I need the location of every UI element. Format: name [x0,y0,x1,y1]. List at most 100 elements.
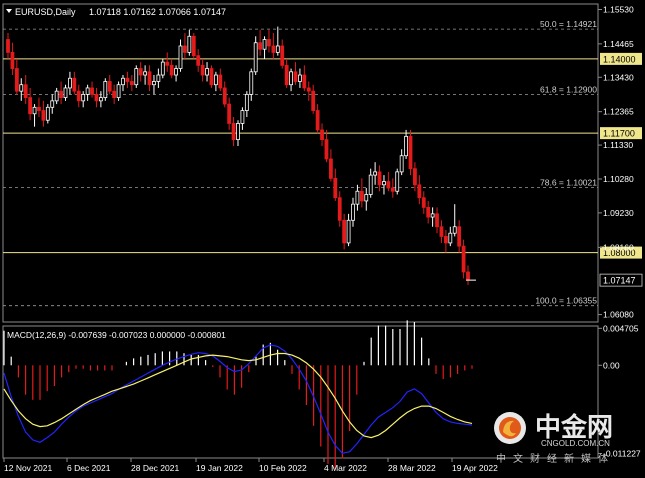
price-axis-label: 1.12365 [603,107,634,117]
price-axis-label: 1.10280 [603,174,634,184]
candle-body [461,245,466,273]
candle-body [90,87,94,95]
candle-body [63,87,68,99]
date-axis-label: 19 Apr 2022 [452,463,498,473]
candle-body [324,139,329,160]
candle-body [306,87,311,92]
candle-body [165,61,170,66]
price-axis-label: 1.08160 [603,242,634,252]
candle-body [421,197,426,208]
candle-body [359,190,364,202]
candle-body [293,71,298,82]
price-axis-label: 1.06080 [603,310,634,320]
price-level-tag-label: 1.14000 [603,54,636,64]
candle-body [14,68,19,92]
candle-body [222,87,227,105]
candle-body [430,213,435,218]
candle-body [390,187,395,192]
candle-body [426,206,431,218]
date-axis-label: 4 Mar 2022 [324,463,367,473]
candle-body [249,71,254,95]
candle-body [50,100,55,108]
candle-body [399,155,404,173]
candle-body [302,74,307,89]
candle-body [271,45,276,53]
candle-body [81,93,86,102]
candle-body [253,42,258,73]
chart-background [0,0,645,478]
trading-chart[interactable]: EURUSD,Daily 1.07118 1.07162 1.07066 1.0… [0,0,645,478]
candle-body [275,45,280,53]
candle-body [218,74,223,89]
date-axis-label: 6 Dec 2021 [67,463,111,473]
candle-body [68,77,72,89]
price-axis-label: 1.15530 [603,4,634,14]
date-axis-label: 19 Jan 2022 [196,463,243,473]
candle-body [320,129,324,140]
candle-body [10,52,15,69]
candle-body [227,103,232,124]
candle-body [382,181,386,186]
date-axis-label: 28 Mar 2022 [388,463,436,473]
candle-body [346,219,351,244]
macd-axis-label: 0.004705 [603,323,639,333]
price-axis-label: 1.14465 [603,39,634,49]
symbol-header: EURUSD,Daily 1.07118 1.07162 1.07066 1.0… [6,7,226,17]
watermark-tagline: 中文财经新媒体 [496,452,615,465]
candle-body [368,174,373,195]
candle-body [413,168,417,186]
watermark: 中金网 CNGOLD.COM.CN 中文财经新媒体 [494,412,615,465]
candle-body [129,81,134,86]
date-axis-label: 12 Nov 2021 [4,463,52,473]
candle-body [45,106,50,121]
candle-body [28,97,33,115]
candle-body [417,184,422,199]
price-axis-label: 1.11330 [603,140,633,150]
candle-body [121,77,125,86]
fibo-level-label: 100.0 = 1.06355 [535,296,597,306]
candle-body [284,64,289,86]
candle-body [240,110,245,124]
candle-body [54,90,59,102]
candle-body [94,93,99,102]
price-level-tag-label: 1.11700 [603,129,635,139]
fibo-level-label: 50.0 = 1.14921 [540,19,597,29]
candle-body [143,71,148,76]
candle-body [298,74,302,82]
candle-body [342,219,347,244]
candle-body [267,39,271,47]
candle-body [364,194,369,202]
candle-body [178,45,183,69]
candle-body [395,171,400,192]
candle-body [32,106,37,115]
candle-body [337,197,342,221]
candle-body [311,90,316,111]
candle-body [452,226,457,234]
candle-body [386,181,391,189]
candle-body [6,39,10,53]
candle-body [41,110,46,121]
last-price-label: 1.07147 [603,276,636,286]
candle-body [439,226,444,237]
brand-logo [494,412,526,444]
candle-body [183,45,187,53]
candle-body [37,106,41,111]
fibo-level-label: 61.8 = 1.12900 [540,84,597,94]
candle-body [116,84,121,99]
candle-body [351,203,355,221]
candle-body [23,84,28,99]
candle-body [59,90,63,99]
candle-body [258,42,263,50]
candle-body [152,81,156,86]
candle-body [85,87,90,95]
candle-body [103,81,108,99]
candle-body [280,45,285,66]
candle-body [435,213,439,228]
candle-body [315,110,320,131]
macd-axis-label: 0.00 [603,360,620,370]
candle-body [333,177,338,199]
candle-body [191,35,196,57]
candle-body [213,74,218,86]
candle-body [160,61,165,76]
candle-body [328,158,333,179]
